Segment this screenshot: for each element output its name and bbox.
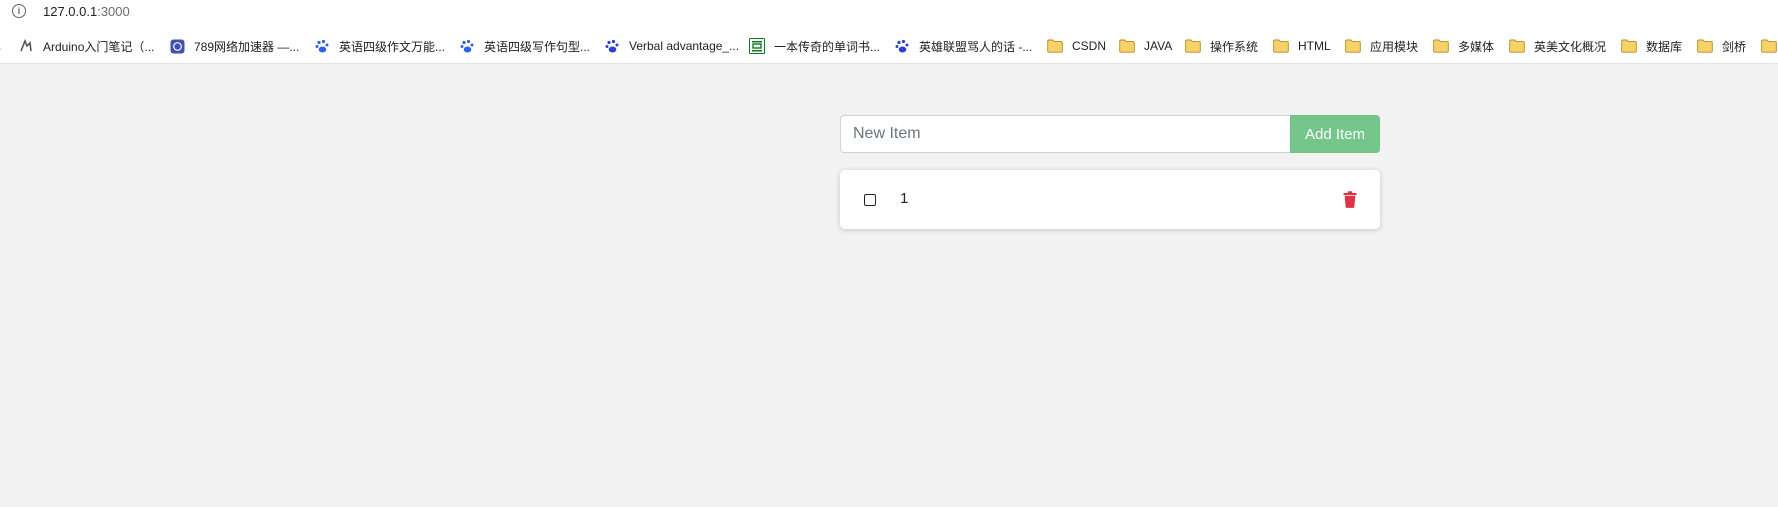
bookmark-folder-html[interactable]: HTML xyxy=(1273,36,1331,56)
baidu-paw-icon xyxy=(604,38,620,54)
bookmark-verbal-advantage[interactable]: Verbal advantage_... xyxy=(604,36,739,56)
bookmark-label: 英美文化概况 xyxy=(1534,39,1607,54)
folder-icon xyxy=(1761,38,1777,54)
bookmark-789-vpn[interactable]: 789网络加速器 —... xyxy=(169,36,299,56)
address-bar[interactable]: i 127.0.0.1:3000 xyxy=(0,0,1778,26)
bookmark-partial[interactable]: . xyxy=(0,36,1,56)
site-info-icon[interactable]: i xyxy=(12,4,26,18)
url-host: 127.0.0.1 xyxy=(43,4,98,19)
vpn-icon xyxy=(169,38,185,54)
douban-icon xyxy=(749,38,765,54)
bookmark-label: 操作系统 xyxy=(1210,39,1259,54)
bookmark-label: 数据库 xyxy=(1646,39,1683,54)
bookmark-cet4-essay[interactable]: 英语四级作文万能... xyxy=(314,36,445,56)
list-item: 1 xyxy=(840,170,1380,229)
bookmark-folder-overflow[interactable] xyxy=(1761,36,1778,56)
bookmark-folder-os[interactable]: 操作系统 xyxy=(1185,36,1258,56)
add-item-form: Add Item xyxy=(840,115,1380,153)
bookmark-folder-app-modules[interactable]: 应用模块 xyxy=(1345,36,1418,56)
bookmark-label: 英雄联盟骂人的话 -... xyxy=(919,39,1033,54)
baidu-paw-icon xyxy=(314,38,330,54)
item-text: 1 xyxy=(900,190,909,207)
bookmark-label: 多媒体 xyxy=(1458,39,1495,54)
bookmark-label: CSDN xyxy=(1072,39,1107,53)
bookmark-word-book[interactable]: 一本传奇的单词书... xyxy=(749,36,880,56)
new-item-input[interactable] xyxy=(840,115,1290,153)
item-checkbox[interactable] xyxy=(864,194,876,206)
bookmark-folder-culture[interactable]: 英美文化概况 xyxy=(1509,36,1606,56)
bookmark-label: JAVA xyxy=(1144,39,1173,53)
bookmark-folder-java[interactable]: JAVA xyxy=(1119,36,1172,56)
bookmark-folder-database[interactable]: 数据库 xyxy=(1621,36,1682,56)
bookmark-label: Verbal advantage_... xyxy=(629,39,740,53)
bookmark-folder-cambridge[interactable]: 剑桥 xyxy=(1697,36,1746,56)
bookmark-label: 英语四级写作句型... xyxy=(484,39,591,54)
bookmark-label: HTML xyxy=(1298,39,1331,53)
bookmark-cet4-sentence[interactable]: 英语四级写作句型... xyxy=(459,36,590,56)
todo-app: Add Item 1 xyxy=(0,64,1778,507)
bookmark-label: 789网络加速器 —... xyxy=(194,39,300,54)
bookmark-label: Arduino入门笔记（... xyxy=(43,39,155,54)
folder-icon xyxy=(1433,38,1449,54)
folder-icon xyxy=(1697,38,1713,54)
browser-chrome: i 127.0.0.1:3000 . Arduino入门笔记（... 789网络… xyxy=(0,0,1778,64)
folder-icon xyxy=(1119,38,1135,54)
bookmark-lol[interactable]: 英雄联盟骂人的话 -... xyxy=(894,36,1032,56)
bookmark-arduino[interactable]: Arduino入门笔记（... xyxy=(18,36,154,56)
add-item-button[interactable]: Add Item xyxy=(1290,115,1380,153)
folder-icon xyxy=(1509,38,1525,54)
bookmark-label: 英语四级作文万能... xyxy=(339,39,446,54)
arduino-icon xyxy=(18,38,34,54)
bookmark-label: . xyxy=(0,39,1,53)
todo-list: 1 xyxy=(840,170,1380,229)
url-text[interactable]: 127.0.0.1:3000 xyxy=(43,4,130,19)
bookmarks-bar: . Arduino入门笔记（... 789网络加速器 —... 英语四级作文万能… xyxy=(0,34,1778,58)
baidu-paw-icon xyxy=(894,38,910,54)
url-port: :3000 xyxy=(97,4,130,19)
folder-icon xyxy=(1185,38,1201,54)
bookmark-folder-csdn[interactable]: CSDN xyxy=(1047,36,1106,56)
bookmark-label: 一本传奇的单词书... xyxy=(774,39,881,54)
folder-icon xyxy=(1345,38,1361,54)
baidu-paw-icon xyxy=(459,38,475,54)
bookmark-label: 应用模块 xyxy=(1370,39,1419,54)
bookmark-label: 剑桥 xyxy=(1722,39,1747,54)
folder-icon xyxy=(1047,38,1063,54)
folder-icon xyxy=(1273,38,1289,54)
bookmark-folder-multimedia[interactable]: 多媒体 xyxy=(1433,36,1494,56)
trash-icon[interactable] xyxy=(1343,191,1357,208)
folder-icon xyxy=(1621,38,1637,54)
